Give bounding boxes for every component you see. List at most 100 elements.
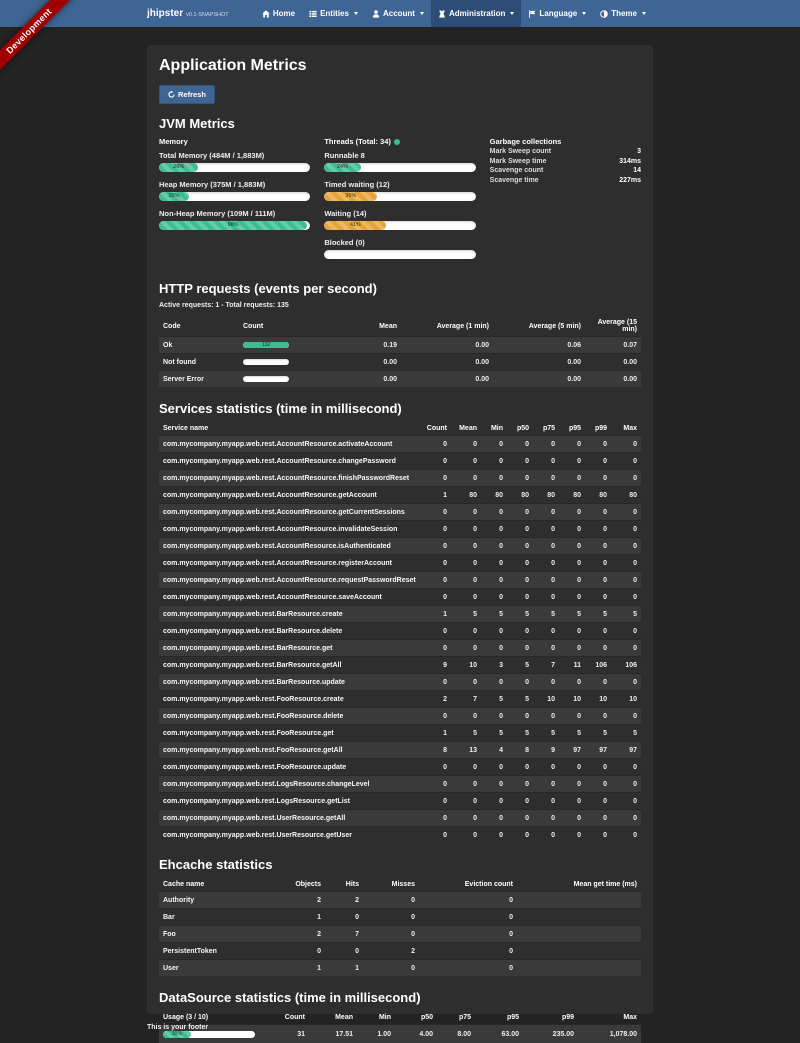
thread-metric-label: Blocked (0) <box>324 238 475 247</box>
metric-value-cell: 0 <box>421 555 451 572</box>
flag-icon <box>528 10 536 18</box>
metric-value-cell: 0 <box>507 504 533 521</box>
column-header: Mean <box>329 316 401 337</box>
metric-value-cell: 0 <box>585 793 611 810</box>
metric-value-cell: 0 <box>451 810 481 827</box>
metric-value-cell: 0 <box>451 708 481 725</box>
memory-metric-progress-fill: 98% <box>159 221 307 230</box>
table-row: com.mycompany.myapp.web.rest.AccountReso… <box>159 555 641 572</box>
metric-value-cell: 0 <box>533 504 559 521</box>
cache-name-cell: Authority <box>159 892 289 909</box>
metric-value-cell: 0.00 <box>585 371 641 388</box>
column-header: Count <box>421 422 451 436</box>
column-header: Mean <box>309 1011 357 1025</box>
metric-value-cell: 0 <box>451 555 481 572</box>
metric-value-cell: 5 <box>481 691 507 708</box>
threads-column: Threads (Total: 34) Runnable 824%Timed w… <box>324 137 475 267</box>
nav-item-entities[interactable]: Entities <box>302 0 365 27</box>
metric-value-cell: 0 <box>451 538 481 555</box>
memory-heading: Memory <box>159 137 310 147</box>
metric-value-cell: 5 <box>451 606 481 623</box>
service-name-cell: com.mycompany.myapp.web.rest.UserResourc… <box>159 827 421 844</box>
metric-value-cell: 0 <box>585 827 611 844</box>
memory-metric-progress-bar: 26% <box>159 163 310 172</box>
nav-item-language[interactable]: Language <box>521 0 593 27</box>
metric-value-cell: 0 <box>421 759 451 776</box>
brand[interactable]: jhipster v0.1-SNAPSHOT <box>147 8 229 19</box>
metric-value-cell: 0 <box>507 453 533 470</box>
memory-metric-progress-fill: 26% <box>159 163 198 172</box>
metric-value-cell: 0 <box>421 470 451 487</box>
metric-value-cell: 0 <box>585 640 611 657</box>
count-bar <box>243 376 289 382</box>
metric-value-cell: 9 <box>533 742 559 759</box>
gc-row-value: 14 <box>633 166 641 176</box>
service-name-cell: com.mycompany.myapp.web.rest.AccountReso… <box>159 521 421 538</box>
chevron-down-icon <box>420 12 424 15</box>
cache-name-cell: Bar <box>159 909 289 926</box>
table-row: com.mycompany.myapp.web.rest.FooResource… <box>159 742 641 759</box>
metric-value-cell: 0 <box>611 640 641 657</box>
metric-value-cell: 0 <box>419 926 517 943</box>
metric-value-cell: 0 <box>507 776 533 793</box>
metric-value-cell: 0 <box>585 504 611 521</box>
nav-item-theme[interactable]: Theme <box>593 0 653 27</box>
metric-value-cell: 0 <box>451 572 481 589</box>
metric-value-cell: 10 <box>451 657 481 674</box>
metric-value-cell: 2 <box>363 943 419 960</box>
metric-value-cell: 0 <box>481 504 507 521</box>
table-row: Not found0.000.000.000.00 <box>159 354 641 371</box>
metric-value-cell: 0 <box>533 436 559 453</box>
metric-value-cell: 0 <box>325 943 363 960</box>
gc-row: Mark Sweep time314ms <box>490 157 641 167</box>
table-header-row: CodeCountMeanAverage (1 min)Average (5 m… <box>159 316 641 337</box>
metric-value-cell: 4 <box>481 742 507 759</box>
metric-value-cell: 0 <box>481 555 507 572</box>
service-name-cell: com.mycompany.myapp.web.rest.AccountReso… <box>159 453 421 470</box>
chevron-down-icon <box>510 12 514 15</box>
brand-version: v0.1-SNAPSHOT <box>186 12 228 18</box>
nav-item-label: Theme <box>611 9 637 18</box>
nav-item-account[interactable]: Account <box>365 0 431 27</box>
metric-value-cell: 2 <box>325 892 363 909</box>
metric-value-cell: 0.00 <box>329 354 401 371</box>
table-row: com.mycompany.myapp.web.rest.AccountReso… <box>159 487 641 504</box>
metric-value-cell: 10 <box>585 691 611 708</box>
refresh-button[interactable]: Refresh <box>159 85 215 104</box>
table-row: com.mycompany.myapp.web.rest.AccountReso… <box>159 453 641 470</box>
nav-item-label: Language <box>539 9 577 18</box>
nav-item-label: Account <box>383 9 415 18</box>
metric-value-cell: 5 <box>507 725 533 742</box>
metric-value-cell: 0 <box>585 674 611 691</box>
cache-name-cell: Foo <box>159 926 289 943</box>
table-row: com.mycompany.myapp.web.rest.AccountReso… <box>159 436 641 453</box>
column-header: p99 <box>523 1011 578 1025</box>
metric-value-cell: 5 <box>559 606 585 623</box>
metric-value-cell: 0 <box>533 470 559 487</box>
metric-value-cell: 0 <box>481 759 507 776</box>
http-count-cell <box>239 371 329 388</box>
column-header: p75 <box>437 1011 475 1025</box>
nav-item-home[interactable]: Home <box>255 0 302 27</box>
metric-value-cell: 80 <box>481 487 507 504</box>
threads-dump-icon[interactable] <box>394 139 400 145</box>
nav-item-administration[interactable]: Administration <box>431 0 521 27</box>
table-header-row: Usage (3 / 10)CountMeanMinp50p75p95p99Ma… <box>159 1011 641 1025</box>
metric-value-cell: 0 <box>421 776 451 793</box>
metric-value-cell: 0 <box>481 640 507 657</box>
column-header: Min <box>481 422 507 436</box>
metric-value-cell: 0 <box>559 827 585 844</box>
service-name-cell: com.mycompany.myapp.web.rest.BarResource… <box>159 623 421 640</box>
service-name-cell: com.mycompany.myapp.web.rest.AccountReso… <box>159 436 421 453</box>
metric-value-cell: 0 <box>585 453 611 470</box>
chevron-down-icon <box>582 12 586 15</box>
table-row: com.mycompany.myapp.web.rest.BarResource… <box>159 640 641 657</box>
service-name-cell: com.mycompany.myapp.web.rest.BarResource… <box>159 674 421 691</box>
metric-value-cell: 0 <box>421 538 451 555</box>
metric-value-cell: 0.00 <box>493 371 585 388</box>
metric-value-cell: 0 <box>481 708 507 725</box>
metric-value-cell: 0 <box>451 827 481 844</box>
metric-value-cell: 0 <box>507 674 533 691</box>
metric-value-cell: 106 <box>585 657 611 674</box>
metric-value-cell: 0 <box>585 555 611 572</box>
